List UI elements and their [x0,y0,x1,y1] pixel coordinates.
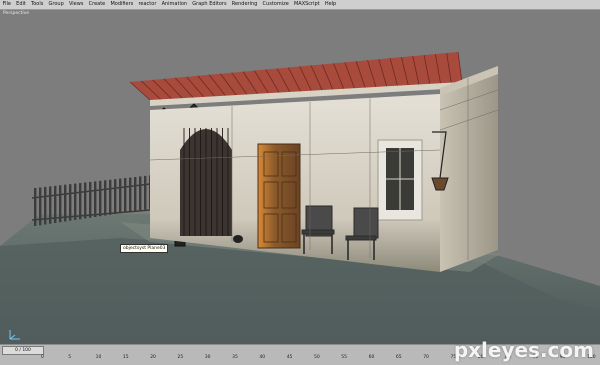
fence-picket [94,181,97,217]
menu-create[interactable]: Create [86,0,108,9]
menu-bar: File Edit Tools Group Views Create Modifiers re… [0,0,600,10]
fence-picket [74,183,77,220]
timeline-tick-label: 40 [259,355,266,360]
time-slider[interactable]: 0 / 100 [2,346,44,355]
fence-picket [84,182,87,219]
timeline-tick-label: 20 [150,355,156,360]
timeline-tick-label: 0 [41,355,44,360]
fence-picket [99,180,102,217]
timeline-tick-label: 25 [177,355,184,360]
fence-picket [114,179,117,214]
perspective-viewport[interactable]: Perspective objectsyst Plane03 [0,10,600,344]
menu-tools[interactable]: Tools [28,0,46,9]
timeline-tick-label: 60 [368,355,375,360]
fence-picket [134,177,137,211]
menu-modifiers[interactable]: Modifiers [108,0,136,9]
timeline-tick-label: 70 [423,355,429,360]
arched-gate [180,128,232,236]
timeline-tick-label: 10 [95,355,102,360]
fence-picket [124,178,127,213]
menu-customize[interactable]: Customize [260,0,291,9]
fence-picket [129,177,132,212]
fence-picket [59,185,62,223]
fence-picket [49,186,52,224]
timeline-tick-label: 5 [68,355,72,360]
fence-picket [144,175,147,210]
fence-picket [109,179,112,215]
fence-picket [89,181,92,218]
menu-graph-editors[interactable]: Graph Editors [190,0,230,9]
building-side-wall [440,66,498,272]
timeline-tick-label: 65 [395,355,402,360]
timeline-tick-label: 15 [122,355,129,360]
menu-maxscript[interactable]: MAXScript [291,0,322,9]
menu-group[interactable]: Group [46,0,66,9]
menu-file[interactable]: File [0,0,14,9]
watermark: pxleyes.com [453,338,594,362]
menu-views[interactable]: Views [66,0,86,9]
timeline-tick-label: 45 [286,355,293,360]
fence-picket [39,187,42,226]
fence-picket [119,178,122,214]
flower-pot [233,235,243,243]
fence-picket [54,185,57,223]
menu-animation[interactable]: Animation [159,0,190,9]
timeline-tick-label: 35 [232,355,238,360]
axis-gizmo-icon [9,330,20,340]
menu-edit[interactable]: Edit [14,0,29,9]
object-tooltip: objectsyst Plane03 [120,244,169,253]
fence-picket [104,180,107,216]
fence-picket [34,188,37,226]
fence-picket [79,183,82,220]
fence-picket [44,186,47,225]
timeline-tick-label: 50 [314,355,320,360]
scene-render [0,51,600,344]
fence-picket [69,184,72,221]
menu-reactor[interactable]: reactor [136,0,159,9]
menu-rendering[interactable]: Rendering [229,0,260,9]
timeline-tick-label: 55 [341,355,348,360]
fence-picket [64,184,67,222]
fence-picket [139,176,142,211]
menu-help[interactable]: Help [322,0,339,9]
timeline-tick-label: 30 [204,355,211,360]
